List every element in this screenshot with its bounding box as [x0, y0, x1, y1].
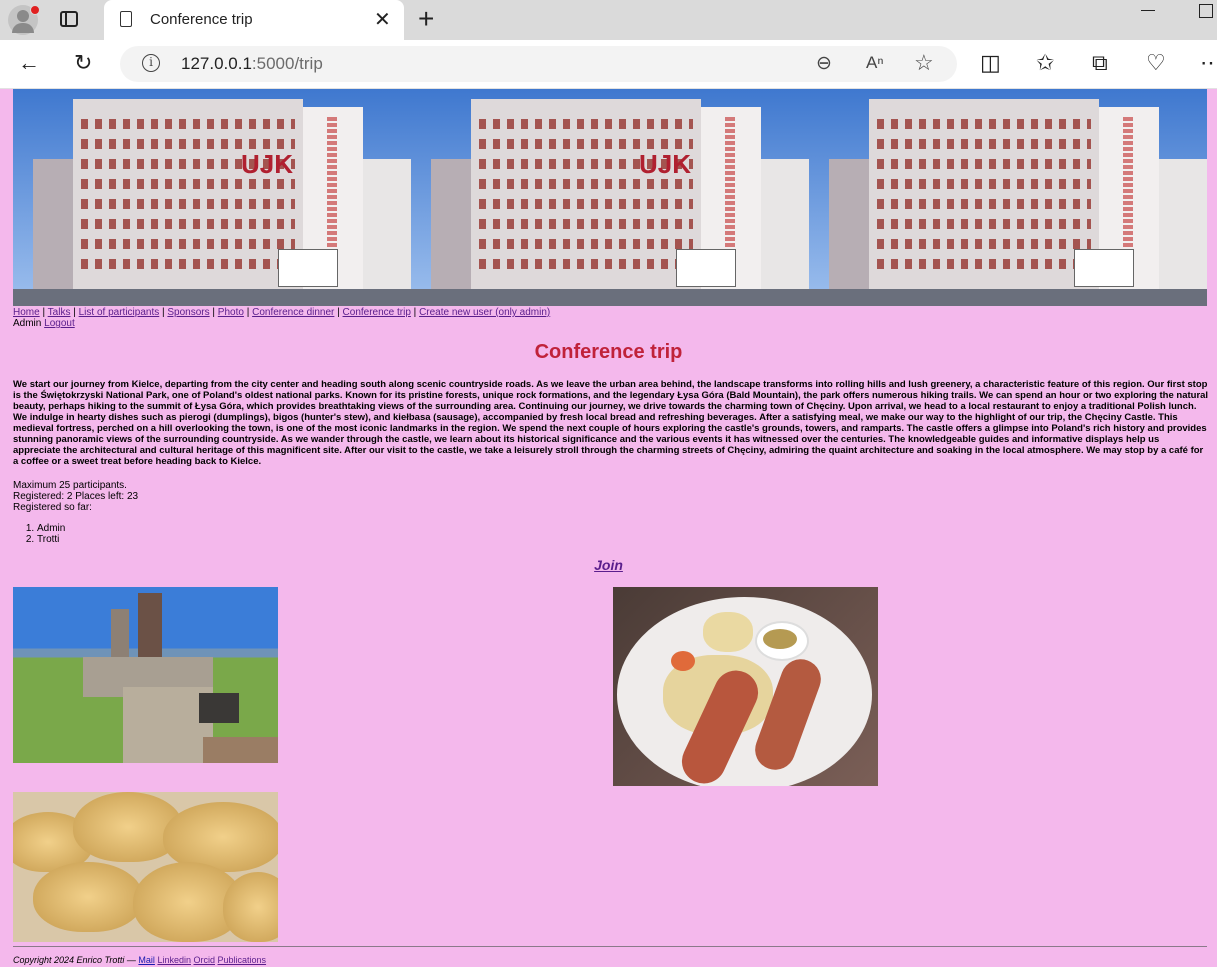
registered-so-far-label: Registered so far:: [13, 502, 92, 513]
site-info-icon[interactable]: i: [142, 54, 160, 72]
page-title: Conference trip: [534, 341, 683, 363]
more-options-icon[interactable]: ⋯: [1200, 50, 1217, 76]
list-item: Admin: [37, 523, 65, 534]
registration-info: Maximum 25 participants. Registered: 2 P…: [13, 480, 138, 513]
read-aloud-icon[interactable]: A͏ⁿ: [866, 53, 884, 73]
trip-description: We start our journey from Kielce, depart…: [13, 379, 1209, 467]
list-item: Trotti: [37, 534, 65, 545]
nav-conference-trip[interactable]: Conference trip: [343, 307, 411, 318]
sausage-dish-photo: [613, 587, 878, 786]
page-icon: [120, 11, 132, 27]
url-text[interactable]: 127.0.0.1:5000/trip: [181, 54, 323, 74]
back-icon[interactable]: ←: [18, 50, 40, 76]
ujk-logo: UJK: [241, 149, 294, 179]
reload-icon[interactable]: ↻: [74, 50, 92, 76]
university-banner-image: UJK UJK: [13, 89, 1207, 306]
nav-participants[interactable]: List of participants: [79, 307, 160, 318]
join-container: Join: [0, 557, 1217, 573]
browser-tab[interactable]: Conference trip ✕: [104, 0, 404, 40]
current-user: Admin: [13, 318, 42, 329]
footer: Copyright 2024 Enrico Trotti — Mail Link…: [13, 955, 266, 965]
favorites-icon[interactable]: ✩: [1036, 50, 1054, 76]
copyright-text: Copyright 2024 Enrico Trotti —: [13, 955, 136, 965]
building-image: UJK: [411, 89, 809, 306]
new-tab-icon[interactable]: +: [418, 3, 434, 35]
max-participants: Maximum 25 participants.: [13, 480, 127, 491]
castle-photo: [13, 587, 278, 763]
collections-icon[interactable]: ⧉: [1092, 50, 1108, 76]
minimize-window-icon[interactable]: [1141, 10, 1155, 11]
footer-divider: [13, 946, 1207, 947]
pierogi-photo: [13, 792, 278, 942]
browser-tab-bar: Conference trip ✕ +: [0, 0, 1217, 40]
registered-count: Registered: 2 Places left: 23: [13, 491, 139, 502]
profile-avatar-icon[interactable]: [8, 5, 40, 35]
building-image: [809, 89, 1207, 306]
mail-link[interactable]: Mail: [138, 955, 155, 965]
browser-toolbar: ← ↻ i 127.0.0.1:5000/trip ⊖ A͏ⁿ ☆ ◫ ✩ ⧉ …: [0, 40, 1217, 89]
zoom-out-icon[interactable]: ⊖: [816, 52, 832, 75]
nav-photo[interactable]: Photo: [218, 307, 244, 318]
nav-talks[interactable]: Talks: [48, 307, 71, 318]
publications-link[interactable]: Publications: [218, 955, 267, 965]
tab-title: Conference trip: [150, 11, 253, 28]
favorite-star-icon[interactable]: ☆: [914, 50, 934, 76]
maximize-window-icon[interactable]: [1199, 4, 1213, 18]
building-image: UJK: [13, 89, 411, 306]
split-screen-icon[interactable]: ◫: [980, 50, 1001, 76]
site-nav: Home | Talks | List of participants | Sp…: [13, 307, 551, 318]
tab-actions-icon[interactable]: [60, 11, 78, 27]
close-tab-icon[interactable]: ✕: [374, 7, 391, 32]
linkedin-link[interactable]: Linkedin: [157, 955, 191, 965]
nav-create-user[interactable]: Create new user (only admin): [419, 307, 550, 318]
join-link[interactable]: Join: [594, 557, 623, 573]
ujk-logo: UJK: [639, 149, 692, 179]
participant-list: Admin Trotti: [13, 523, 65, 545]
web-page: UJK UJK Home | Talks | List of participa…: [0, 89, 1217, 967]
browser-essentials-icon[interactable]: ♡: [1146, 50, 1166, 76]
nav-conference-dinner[interactable]: Conference dinner: [252, 307, 334, 318]
logout-link[interactable]: Logout: [44, 318, 75, 329]
user-line: Admin Logout: [13, 318, 75, 329]
address-bar[interactable]: i 127.0.0.1:5000/trip ⊖ A͏ⁿ ☆: [120, 46, 957, 82]
nav-sponsors[interactable]: Sponsors: [167, 307, 209, 318]
orcid-link[interactable]: Orcid: [193, 955, 215, 965]
nav-home[interactable]: Home: [13, 307, 40, 318]
